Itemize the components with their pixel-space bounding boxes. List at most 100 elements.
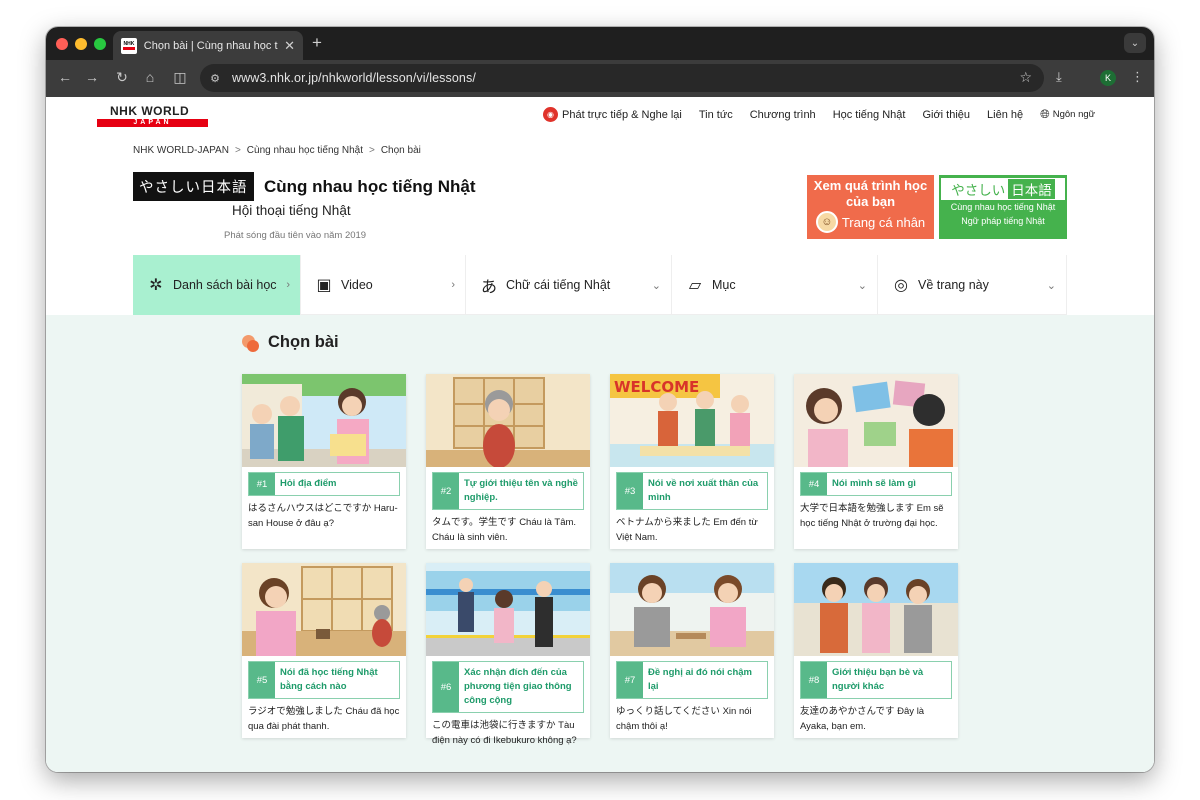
tab-index[interactable]: ▱ Mục ⌄ <box>672 255 878 315</box>
my-page-banner[interactable]: Xem quá trình học của bạn ☺ Trang cá nhâ… <box>807 175 934 239</box>
nav-contact[interactable]: Liên hệ <box>987 109 1023 121</box>
chevron-down-icon: ⌄ <box>1046 279 1056 292</box>
lesson-title: Đề nghị ai đó nói chậm lại <box>648 667 752 692</box>
lesson-title: Giới thiệu bạn bè và người khác <box>832 667 924 692</box>
lesson-illustration: WELCOME <box>610 374 774 467</box>
web-page: NHK WORLD JAPAN ◉ Phát trực tiếp & Nghe l… <box>46 97 1154 772</box>
lesson-title: Nói đã học tiếng Nhật bằng cách nào <box>280 667 378 692</box>
lesson-phrase: ゆっくり話してください Xin nói chậm thôi ạ! <box>616 706 752 732</box>
course-title: Cùng nhau học tiếng Nhật <box>263 176 476 196</box>
chevron-right-icon: › <box>286 279 290 291</box>
broadcast-note: Phát sóng đầu tiên vào năm 2019 <box>224 230 367 241</box>
tab-lesson-list[interactable]: ✲ Danh sách bài học › <box>133 255 301 315</box>
back-arrow-icon[interactable]: ← <box>56 69 74 85</box>
profile-avatar[interactable]: K <box>1100 70 1116 86</box>
lesson-card[interactable]: #2 Tự giới thiệu tên và nghề nghiệp. タムで… <box>426 374 590 549</box>
more-menu-icon[interactable]: ⋮ <box>1131 69 1144 85</box>
nav-live[interactable]: ◉ Phát trực tiếp & Nghe lại <box>543 107 682 122</box>
lesson-number: #6 <box>433 662 459 712</box>
lesson-phrase: ラジオで勉強しました Cháu đã học qua đài phát than… <box>248 706 400 732</box>
download-icon[interactable]: ⤓ <box>1056 69 1062 85</box>
content-nav: ✲ Danh sách bài học › ▣ Video › あ Chữ cá… <box>133 255 1067 315</box>
reload-icon[interactable]: ↻ <box>113 69 131 86</box>
site-header: NHK WORLD JAPAN ◉ Phát trực tiếp & Nghe l… <box>46 97 1154 135</box>
nhk-favicon-icon: NHK <box>121 37 137 54</box>
nav-programs[interactable]: Chương trình <box>750 109 816 121</box>
lesson-card[interactable]: #7 Đề nghị ai đó nói chậm lại ゆっくり話してくださ… <box>610 563 774 738</box>
bookmark-star-icon[interactable]: ☆ <box>1019 69 1032 86</box>
lesson-number: #8 <box>801 662 827 698</box>
address-bar[interactable]: ⚙ www3.nhk.or.jp/nhkworld/lesson/vi/less… <box>200 64 1044 92</box>
grammar-banner[interactable]: やさしい 日本語 Cùng nhau học tiếng Nhật Ngữ phá… <box>939 175 1067 239</box>
lesson-number: #5 <box>249 662 275 698</box>
lesson-number: #1 <box>249 473 275 495</box>
lesson-title: Xác nhận đích đến của phương tiện giao t… <box>464 667 572 706</box>
maximize-window-button[interactable] <box>94 38 106 50</box>
lesson-illustration <box>242 374 406 467</box>
tab-kana[interactable]: あ Chữ cái tiếng Nhật ⌄ <box>466 255 672 315</box>
lesson-card[interactable]: #6 Xác nhận đích đến của phương tiện gia… <box>426 563 590 746</box>
home-icon[interactable]: ⌂ <box>141 69 159 85</box>
tab-search-chevron-icon[interactable]: ⌄ <box>1124 33 1146 53</box>
lesson-phrase: ベトナムから来ました Em đến từ Việt Nam. <box>616 517 758 543</box>
breadcrumb-current: Chọn bài <box>380 145 421 156</box>
nav-news[interactable]: Tin tức <box>699 109 733 121</box>
lesson-number: #4 <box>801 473 827 495</box>
lesson-illustration <box>610 563 774 656</box>
orange-dots-icon <box>242 334 259 352</box>
lesson-number: #7 <box>617 662 643 698</box>
live-broadcast-icon: ◉ <box>543 107 558 122</box>
browser-tab[interactable]: NHK Chọn bài | Cùng nhau học tiế ✕ <box>113 31 303 60</box>
tab-about-page[interactable]: ◎ Về trang này ⌄ <box>878 255 1067 315</box>
close-window-button[interactable] <box>56 38 68 50</box>
character-face-icon: ☺ <box>815 211 838 233</box>
lesson-grid: #1 Hỏi địa điểm はるさんハウスはどこですか Haru-san H… <box>242 374 958 746</box>
tab-close-icon[interactable]: ✕ <box>284 38 295 54</box>
book-icon: ▱ <box>688 277 702 294</box>
site-info-icon[interactable]: ⚙ <box>206 69 224 87</box>
lesson-illustration <box>242 563 406 656</box>
sidebar-icon[interactable]: ◫ <box>171 69 189 86</box>
lesson-card[interactable]: WELCOME #3 Nói về nơi xuất thân của mình… <box>610 374 774 549</box>
lesson-title: Tự giới thiệu tên và nghề nghiệp. <box>464 478 578 503</box>
breadcrumb-course[interactable]: Cùng nhau học tiếng Nhật <box>247 145 363 156</box>
lesson-illustration <box>794 563 958 656</box>
lesson-title: Nói mình sẽ làm gì <box>832 478 916 489</box>
lesson-number: #2 <box>433 473 459 509</box>
chevron-down-icon: ⌄ <box>857 279 867 292</box>
video-icon: ▣ <box>316 277 332 294</box>
browser-window: NHK Chọn bài | Cùng nhau học tiế ✕ + ⌄ ←… <box>46 27 1154 772</box>
nhk-world-logo[interactable]: NHK WORLD JAPAN <box>97 105 208 127</box>
lesson-title: Hỏi địa điểm <box>280 478 337 489</box>
forward-arrow-icon[interactable]: → <box>83 69 101 85</box>
chevron-right-icon: › <box>451 279 455 291</box>
lesson-number: #3 <box>617 473 643 509</box>
lesson-card[interactable]: #8 Giới thiệu bạn bè và người khác 友達のあや… <box>794 563 958 738</box>
tab-video[interactable]: ▣ Video › <box>301 255 466 315</box>
lesson-illustration <box>426 563 590 656</box>
breadcrumb-separator-icon: > <box>368 145 375 156</box>
browser-toolbar: ← → ↻ ⌂ ◫ ⚙ www3.nhk.or.jp/nhkworld/less… <box>46 60 1154 97</box>
nav-about[interactable]: Giới thiệu <box>922 109 970 121</box>
lesson-list-icon: ✲ <box>149 277 163 294</box>
course-subtitle: Hội thoại tiếng Nhật <box>232 203 351 218</box>
lesson-phrase: 友達のあやかさんです Đây là Ayaka, bạn em. <box>800 706 925 732</box>
new-tab-button[interactable]: + <box>312 33 322 53</box>
svg-text:WELCOME: WELCOME <box>614 378 699 396</box>
minimize-window-button[interactable] <box>75 38 87 50</box>
header-nav: ◉ Phát trực tiếp & Nghe lại Tin tức Chươn… <box>543 107 1095 122</box>
url-text: www3.nhk.or.jp/nhkworld/lesson/vi/lesson… <box>232 71 476 85</box>
lesson-title: Nói về nơi xuất thân của mình <box>648 478 759 503</box>
breadcrumb-home[interactable]: NHK WORLD-JAPAN <box>133 145 229 156</box>
chevron-down-icon: ⌄ <box>651 279 661 292</box>
lesson-card[interactable]: #4 Nói mình sẽ làm gì 大学で日本語を勉強します Em sẽ… <box>794 374 958 549</box>
breadcrumb: NHK WORLD-JAPAN > Cùng nhau học tiếng Nh… <box>133 145 421 156</box>
nav-learn-japanese[interactable]: Học tiếng Nhật <box>833 109 906 121</box>
lesson-card[interactable]: #1 Hỏi địa điểm はるさんハウスはどこですか Haru-san H… <box>242 374 406 549</box>
lesson-illustration <box>426 374 590 467</box>
globe-icon: 🌐︎ <box>1040 107 1050 121</box>
lesson-card[interactable]: #5 Nói đã học tiếng Nhật bằng cách nào ラ… <box>242 563 406 738</box>
tab-title: Chọn bài | Cùng nhau học tiế <box>143 39 279 52</box>
lesson-phrase: この電車は池袋に行きますか Tàu điện này có đi Ikebuku… <box>432 720 577 746</box>
language-selector[interactable]: 🌐︎ Ngôn ngữ <box>1040 107 1095 122</box>
